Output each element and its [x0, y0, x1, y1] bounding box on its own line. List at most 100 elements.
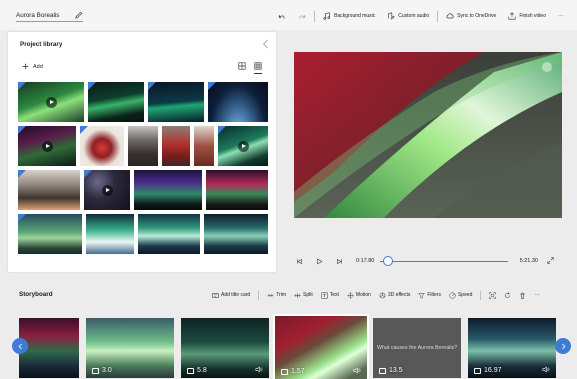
- speed-label: Speed: [457, 292, 473, 298]
- pencil-icon[interactable]: [75, 11, 83, 19]
- resize-button[interactable]: [485, 291, 500, 299]
- media-thumbnail[interactable]: [128, 126, 158, 166]
- undo-icon: [278, 14, 285, 19]
- play-icon: [45, 96, 57, 108]
- media-thumbnail[interactable]: [134, 170, 202, 210]
- small-grid-view-toggle[interactable]: [254, 62, 262, 74]
- music-note-icon: [323, 12, 331, 20]
- volume-icon[interactable]: [353, 367, 361, 374]
- media-thumbnail[interactable]: [18, 82, 84, 122]
- preview-frame: [294, 52, 562, 218]
- expand-icon[interactable]: [547, 257, 554, 264]
- 3d-effects-icon: [379, 291, 386, 299]
- motion-icon: [347, 291, 354, 299]
- split-button[interactable]: Split: [290, 292, 317, 299]
- storyboard-tools: Add title card Trim Split Text Motion 3D…: [208, 290, 543, 300]
- media-thumbnail[interactable]: [206, 170, 268, 210]
- media-thumbnail[interactable]: [208, 82, 268, 122]
- media-thumbnail[interactable]: [218, 126, 268, 166]
- trim-button[interactable]: Trim: [263, 292, 290, 299]
- split-icon: [294, 292, 301, 298]
- in-project-badge-icon: [88, 82, 96, 90]
- speed-button[interactable]: Speed: [445, 291, 476, 299]
- card-duration-badge: 13.5: [379, 367, 403, 374]
- skip-back-button[interactable]: [296, 258, 316, 265]
- project-title-field[interactable]: Aurora Borealis: [16, 10, 84, 22]
- play-icon: [317, 258, 323, 264]
- play-button[interactable]: [316, 258, 336, 265]
- storyboard-card[interactable]: [19, 318, 79, 378]
- redo-icon: [299, 14, 306, 19]
- skip-back-icon: [297, 258, 302, 264]
- finish-video-label: Finish video: [519, 13, 546, 19]
- skip-forward-button[interactable]: [336, 258, 356, 265]
- title-card-caption: What causes the Aurora Borealis?: [377, 345, 458, 351]
- project-title: Aurora Borealis: [16, 11, 60, 19]
- card-duration: 1.57: [291, 368, 305, 375]
- background-music-button[interactable]: Background music: [317, 10, 381, 22]
- seek-track: [380, 260, 509, 262]
- filters-button[interactable]: Filters: [414, 292, 445, 299]
- add-label: Add: [33, 63, 43, 70]
- project-library-title: Project library: [20, 41, 63, 48]
- current-time: 0:17.80: [356, 258, 375, 264]
- storyboard-card[interactable]: 5.8: [181, 318, 269, 378]
- delete-button[interactable]: [515, 292, 530, 299]
- storyboard-card[interactable]: What causes the Aurora Borealis? 13.5: [373, 318, 461, 378]
- storyboard-card[interactable]: 3.0: [86, 318, 174, 378]
- add-media-button[interactable]: Add: [22, 63, 43, 70]
- redo-button[interactable]: [292, 10, 312, 22]
- project-library-panel: Project library Add: [8, 32, 276, 272]
- text-label: Text: [329, 292, 339, 298]
- media-thumbnail[interactable]: [84, 170, 130, 210]
- media-thumbnail[interactable]: [88, 82, 144, 122]
- card-duration: 3.0: [102, 367, 112, 374]
- storyboard-card-selected[interactable]: 1.57: [273, 314, 369, 379]
- media-thumbnail[interactable]: [86, 214, 134, 254]
- media-thumbnail[interactable]: [18, 214, 82, 254]
- chevron-left-icon: [18, 343, 22, 349]
- more-options-button[interactable]: ···: [552, 10, 569, 22]
- volume-icon[interactable]: [255, 366, 263, 373]
- media-thumbnail[interactable]: [204, 214, 268, 254]
- media-thumbnail[interactable]: [148, 82, 204, 122]
- divider: [314, 10, 316, 22]
- volume-icon[interactable]: [542, 366, 550, 373]
- in-project-badge-icon: [208, 82, 216, 90]
- 3d-effects-button[interactable]: 3D effects: [375, 291, 414, 299]
- media-thumbnail[interactable]: [80, 126, 124, 166]
- in-project-badge-icon: [18, 214, 26, 222]
- scroll-left-button[interactable]: [12, 338, 28, 354]
- undo-button[interactable]: [272, 10, 292, 22]
- split-label: Split: [303, 292, 313, 298]
- more-icon: ···: [558, 13, 563, 19]
- card-duration: 16.97: [484, 367, 502, 374]
- add-title-card-label: Add title card: [221, 292, 251, 298]
- media-thumbnail[interactable]: [18, 126, 76, 166]
- custom-audio-button[interactable]: Custom audio: [381, 10, 435, 22]
- rotate-button[interactable]: [500, 291, 515, 299]
- media-thumbnail[interactable]: [162, 126, 190, 166]
- add-title-card-button[interactable]: Add title card: [208, 292, 254, 299]
- sync-onedrive-button[interactable]: Sync to OneDrive: [440, 10, 502, 22]
- motion-button[interactable]: Motion: [343, 291, 375, 299]
- scroll-right-button[interactable]: [555, 338, 571, 354]
- large-grid-view-icon[interactable]: [238, 62, 246, 70]
- seek-slider[interactable]: [380, 256, 509, 266]
- motion-label: Motion: [355, 292, 371, 298]
- card-duration-badge: 3.0: [92, 367, 112, 374]
- media-thumbnail[interactable]: [18, 170, 80, 210]
- filters-label: Filters: [427, 292, 441, 298]
- storyboard-card[interactable]: 16.97: [468, 318, 556, 378]
- media-thumbnail[interactable]: [138, 214, 200, 254]
- video-preview[interactable]: [294, 52, 562, 218]
- text-button[interactable]: Text: [317, 291, 343, 299]
- trash-icon: [520, 292, 526, 299]
- card-duration-badge: 5.8: [187, 367, 207, 374]
- finish-video-button[interactable]: Finish video: [502, 10, 552, 22]
- media-thumbnail[interactable]: [194, 126, 214, 166]
- storyboard-more-button[interactable]: ···: [530, 292, 543, 298]
- divider: [437, 10, 439, 22]
- chevron-left-icon[interactable]: [262, 39, 270, 49]
- seek-thumb[interactable]: [382, 256, 393, 266]
